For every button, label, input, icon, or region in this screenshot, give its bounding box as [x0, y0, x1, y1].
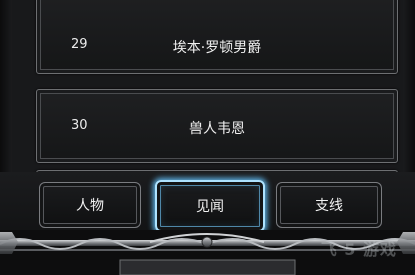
watermark-logo: 飞 5 游戏	[320, 240, 397, 259]
entry-list[interactable]: 29 埃本·罗顿男爵 30 兽人韦恩	[12, 0, 403, 185]
tab-people[interactable]: 人物	[39, 182, 141, 228]
tab-sidequest-label: 支线	[315, 198, 343, 214]
list-item[interactable]: 29 埃本·罗顿男爵	[36, 0, 398, 74]
game-screen: 29 埃本·罗顿男爵 30 兽人韦恩 人物 见闻 支线 飞 5 游戏	[0, 0, 415, 275]
entry-name: 埃本·罗顿男爵	[172, 40, 262, 56]
entry-name: 兽人韦恩	[189, 121, 245, 137]
tab-sidequest[interactable]: 支线	[276, 182, 382, 228]
tab-jianwen[interactable]: 见闻	[155, 180, 265, 232]
list-item[interactable]: 30 兽人韦恩	[36, 89, 398, 163]
tab-people-label: 人物	[76, 198, 104, 214]
tab-jianwen-label: 见闻	[196, 199, 224, 215]
